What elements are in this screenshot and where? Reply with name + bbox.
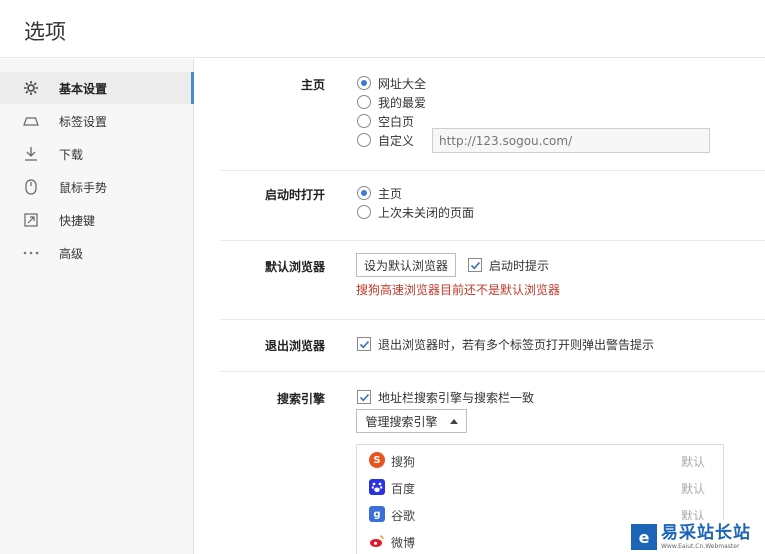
startup-option-restore-session[interactable]: 上次未关闭的页面 — [357, 203, 474, 221]
homepage-option-blank[interactable]: 空白页 — [357, 112, 414, 130]
set-default-link[interactable]: 默认 — [681, 480, 705, 497]
default-browser-warning: 搜狗高速浏览器目前还不是默认浏览器 — [356, 283, 561, 297]
shortcut-icon — [22, 212, 40, 228]
checkbox-checked[interactable] — [468, 258, 482, 272]
manage-search-engines-button[interactable]: 管理搜索引擎 — [356, 409, 467, 433]
default-browser-label: 默认浏览器 — [264, 260, 325, 274]
sidebar-item-advanced[interactable]: 高级 — [0, 237, 193, 269]
tab-icon — [22, 113, 40, 129]
sidebar-item-download[interactable]: 下载 — [0, 138, 193, 170]
radio-selected[interactable] — [357, 186, 371, 200]
custom-homepage-url-input[interactable] — [432, 128, 710, 153]
startup-prompt-checkbox-row[interactable]: 启动时提示 — [468, 256, 549, 274]
radio[interactable] — [357, 205, 371, 219]
sidebar-item-label: 基本设置 — [59, 81, 108, 96]
list-item[interactable]: 百度 默认 — [357, 474, 723, 501]
settings-panel: 主页 网址大全 我的最爱 空白页 自定义 启动时打开 主页 上次未关闭的页面 默… — [195, 59, 765, 554]
checkbox-checked[interactable] — [357, 390, 371, 404]
search-engine-label: 搜索引擎 — [276, 392, 325, 406]
baidu-icon — [369, 479, 385, 495]
sidebar-item-label: 快捷键 — [59, 213, 96, 228]
watermark-subtext: Www.Eaiut.Cn.Webmaster — [661, 543, 740, 550]
checkmark-icon — [359, 340, 369, 348]
radio[interactable] — [357, 133, 371, 147]
chevron-up-icon — [449, 418, 458, 424]
divider — [220, 371, 765, 372]
watermark: e 易采站长站 Www.Eaiut.Cn.Webmaster — [627, 520, 765, 554]
sidebar-item-basic-settings[interactable]: 基本设置 — [0, 72, 194, 104]
gear-icon — [22, 80, 40, 96]
sidebar: 基本设置 标签设置 下载 鼠标手势 快捷键 高级 — [0, 59, 194, 554]
set-default-browser-button[interactable]: 设为默认浏览器 — [356, 253, 456, 277]
watermark-text: 易采站长站 — [661, 523, 751, 543]
more-icon — [22, 245, 40, 261]
sidebar-item-label: 下载 — [59, 147, 84, 162]
radio[interactable] — [357, 95, 371, 109]
homepage-label: 主页 — [300, 78, 325, 92]
radio-selected[interactable] — [357, 76, 371, 90]
sogou-icon: S — [369, 452, 385, 468]
divider — [220, 240, 765, 241]
startup-option-homepage[interactable]: 主页 — [357, 184, 402, 202]
sidebar-item-mouse-gestures[interactable]: 鼠标手势 — [0, 171, 193, 203]
homepage-option-custom[interactable]: 自定义 — [357, 131, 414, 149]
radio[interactable] — [357, 114, 371, 128]
sidebar-item-label: 标签设置 — [59, 114, 108, 129]
divider — [220, 170, 765, 171]
window-title: 选项 — [24, 20, 66, 44]
homepage-option-favorites[interactable]: 我的最爱 — [357, 93, 426, 111]
checkmark-icon — [470, 261, 480, 269]
sidebar-item-tab-settings[interactable]: 标签设置 — [0, 105, 193, 137]
divider — [220, 319, 765, 320]
list-item[interactable]: S 搜狗 默认 — [357, 447, 723, 474]
watermark-logo: e — [631, 524, 657, 550]
sidebar-item-shortcuts[interactable]: 快捷键 — [0, 204, 193, 236]
sync-search-engine-checkbox-row[interactable]: 地址栏搜索引擎与搜索栏一致 — [357, 388, 534, 406]
checkmark-icon — [359, 393, 369, 401]
exit-warning-checkbox-row[interactable]: 退出浏览器时，若有多个标签页打开则弹出警告提示 — [357, 335, 654, 353]
window-titlebar: 选项 — [0, 0, 765, 58]
exit-browser-label: 退出浏览器 — [264, 339, 325, 353]
google-icon: g — [369, 506, 385, 522]
set-default-link[interactable]: 默认 — [681, 453, 705, 470]
sidebar-item-label: 鼠标手势 — [59, 180, 108, 195]
weibo-icon — [369, 533, 385, 549]
sidebar-item-label: 高级 — [59, 246, 84, 261]
mouse-icon — [22, 179, 40, 195]
download-icon — [22, 146, 40, 162]
homepage-option-nav[interactable]: 网址大全 — [357, 74, 426, 92]
startup-label: 启动时打开 — [264, 188, 325, 202]
checkbox-checked[interactable] — [357, 337, 371, 351]
